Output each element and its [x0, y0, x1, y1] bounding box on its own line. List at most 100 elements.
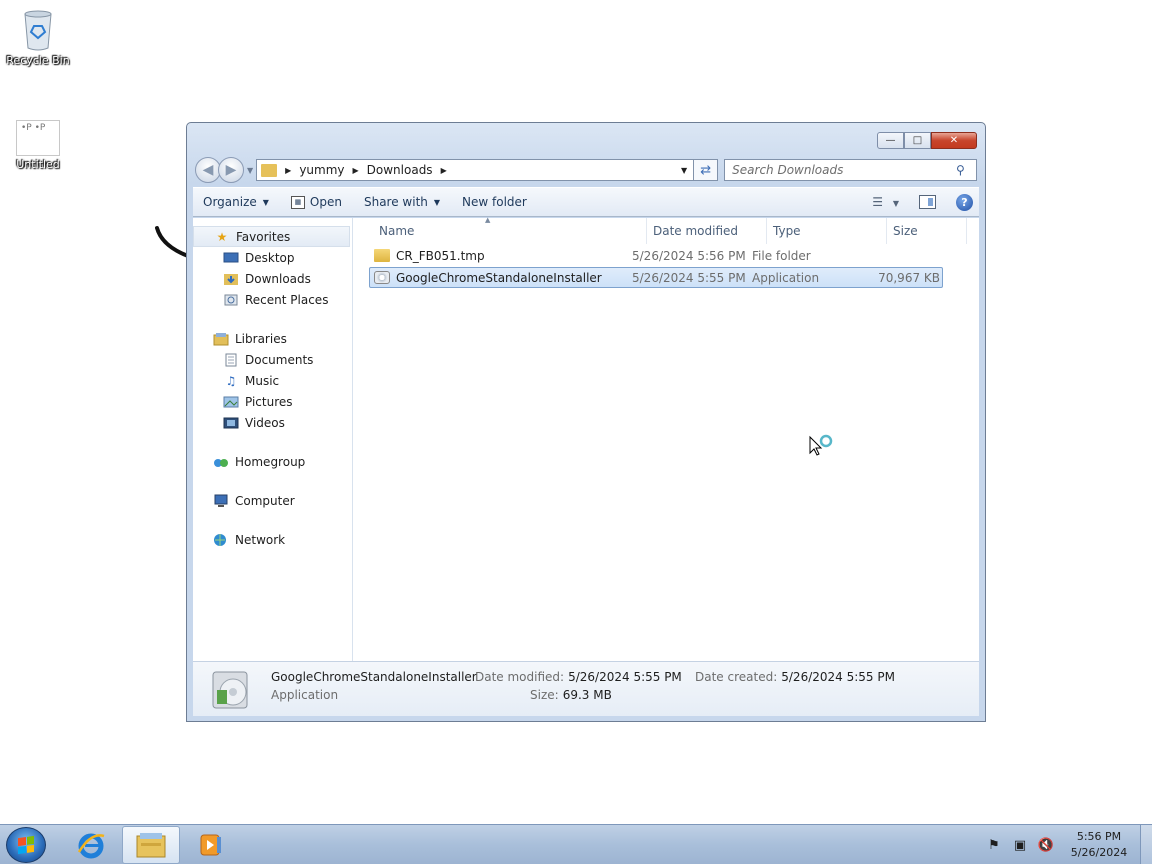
breadcrumb-separator-icon[interactable]: ▶ [285, 166, 291, 175]
file-row-selected[interactable]: GoogleChromeStandaloneInstaller 5/26/202… [369, 267, 943, 288]
homegroup-group: Homegroup [193, 451, 352, 472]
favorites-group: ★ Favorites Desktop Downloads Recent Plac… [193, 226, 352, 310]
search-placeholder: Search Downloads [732, 163, 844, 177]
minimize-button[interactable]: — [877, 132, 904, 149]
installer-thumbnail-icon [212, 671, 248, 709]
computer-icon [213, 494, 229, 508]
nav-recent-places[interactable]: Recent Places [193, 289, 352, 310]
show-desktop-button[interactable] [1140, 825, 1152, 864]
nav-documents[interactable]: Documents [193, 349, 352, 370]
nav-favorites[interactable]: ★ Favorites [193, 226, 350, 247]
action-center-flag-icon[interactable]: ⚑ [986, 837, 1002, 853]
folder-icon [261, 163, 278, 177]
view-options-button[interactable]: ☰ ▼ [872, 195, 899, 209]
explorer-window: — □ ✕ ◀ ▶ ▼ ▶ yummy ▶ Downloads ▶ ▼ ⇄ Se… [186, 122, 986, 722]
open-label: Open [309, 195, 342, 209]
new-folder-label: New folder [462, 195, 527, 209]
document-thumbnail-icon: •P •P [16, 120, 60, 156]
address-row: ◀ ▶ ▼ ▶ yummy ▶ Downloads ▶ ▼ ⇄ Search D… [195, 156, 977, 184]
recent-pages-dropdown[interactable]: ▼ [247, 166, 253, 175]
organize-button[interactable]: Organize ▼ [203, 195, 269, 209]
details-date-modified: Date modified: 5/26/2024 5:55 PM [475, 670, 682, 684]
recycle-bin-icon [20, 6, 56, 52]
nav-videos-label: Videos [245, 415, 285, 430]
maximize-button[interactable]: □ [904, 132, 931, 149]
open-button[interactable]: ▦ Open [290, 195, 342, 209]
nav-music[interactable]: ♫ Music [193, 370, 352, 391]
file-name: CR_FB051.tmp [396, 248, 485, 263]
column-header-date-modified[interactable]: Date modified [647, 218, 767, 244]
libraries-group: Libraries Documents ♫ Music Pictures Vide… [193, 328, 352, 433]
refresh-button[interactable]: ⇄ [694, 159, 719, 181]
column-header-type[interactable]: Type [767, 218, 887, 244]
clock-time: 5:56 PM [1076, 830, 1122, 843]
search-icon[interactable]: ⚲ [956, 163, 976, 177]
internet-explorer-icon [77, 833, 105, 859]
homegroup-icon [213, 455, 229, 469]
explorer-body: ★ Favorites Desktop Downloads Recent Plac… [193, 216, 979, 661]
size-value: 69.3 MB [562, 688, 612, 702]
address-bar[interactable]: ▶ yummy ▶ Downloads ▶ ▼ [256, 159, 695, 181]
taskbar-windows-explorer[interactable] [122, 826, 180, 864]
media-player-icon [200, 834, 221, 856]
untitled-label: Untitled [16, 158, 60, 171]
navigation-pane: ★ Favorites Desktop Downloads Recent Plac… [193, 218, 353, 661]
breadcrumb-yummy[interactable]: yummy [299, 163, 344, 177]
breadcrumb-separator-icon[interactable]: ▶ [353, 166, 359, 175]
nav-computer[interactable]: Computer [193, 490, 352, 511]
chevron-down-icon: ▼ [892, 199, 899, 208]
details-pane: GoogleChromeStandaloneInstaller Applicat… [193, 661, 979, 716]
share-with-button[interactable]: Share with ▼ [364, 195, 440, 209]
taskbar-internet-explorer[interactable] [62, 826, 120, 864]
explorer-folder-icon [136, 833, 166, 858]
clock[interactable]: 5:56 PM 5/26/2024 [1064, 829, 1134, 861]
details-view-icon: ☰ [872, 195, 884, 209]
application-icon [374, 271, 390, 284]
help-icon[interactable]: ? [956, 193, 973, 211]
breadcrumb-separator-icon[interactable]: ▶ [441, 166, 447, 175]
network-group: Network [193, 529, 352, 550]
search-input[interactable]: Search Downloads ⚲ [724, 159, 977, 181]
file-row[interactable]: CR_FB051.tmp 5/26/2024 5:56 PM File fold… [369, 245, 943, 266]
start-button[interactable] [6, 827, 46, 863]
nav-pictures[interactable]: Pictures [193, 391, 352, 412]
untitled-desktop-icon[interactable]: •P •P Untitled [0, 120, 76, 171]
organize-label: Organize [203, 195, 257, 209]
nav-desktop[interactable]: Desktop [193, 247, 352, 268]
recycle-bin-desktop-icon[interactable]: Recycle Bin [0, 6, 76, 67]
column-header-name[interactable]: Name [373, 218, 647, 244]
network-status-icon[interactable]: ▣ [1012, 837, 1028, 853]
details-size: Size: 69.3 MB [530, 688, 612, 702]
downloads-folder-icon [223, 272, 239, 286]
nav-downloads[interactable]: Downloads [193, 268, 352, 289]
address-dropdown-icon[interactable]: ▼ [681, 166, 687, 175]
nav-downloads-label: Downloads [245, 271, 311, 286]
sort-arrow-icon: ▲ [485, 216, 491, 224]
breadcrumb-downloads[interactable]: Downloads [367, 163, 433, 177]
details-date-created: Date created: 5/26/2024 5:55 PM [695, 670, 895, 684]
nav-homegroup[interactable]: Homegroup [193, 451, 352, 472]
libraries-icon [213, 332, 229, 346]
new-folder-button[interactable]: New folder [462, 195, 527, 209]
taskbar: ⚑ ▣ 🔇 5:56 PM 5/26/2024 [0, 824, 1152, 864]
nav-computer-label: Computer [235, 493, 295, 508]
nav-videos[interactable]: Videos [193, 412, 352, 433]
preview-pane-button[interactable] [919, 195, 936, 209]
nav-homegroup-label: Homegroup [235, 454, 306, 469]
share-with-label: Share with [363, 195, 428, 209]
file-name: GoogleChromeStandaloneInstaller [396, 270, 602, 285]
date-created-value: 5/26/2024 5:55 PM [781, 670, 895, 684]
details-file-type: Application [271, 688, 339, 702]
computer-group: Computer [193, 490, 352, 511]
close-button[interactable]: ✕ [931, 132, 977, 149]
taskbar-media-player[interactable] [182, 826, 240, 864]
volume-muted-icon[interactable]: 🔇 [1038, 837, 1054, 853]
file-list: ▲ Name Date modified Type Size CR_FB051.… [353, 216, 979, 661]
nav-libraries[interactable]: Libraries [193, 328, 352, 349]
forward-button[interactable]: ▶ [218, 157, 244, 183]
nav-network[interactable]: Network [193, 529, 352, 550]
file-type: File folder [752, 248, 811, 263]
system-tray: ⚑ ▣ 🔇 5:56 PM 5/26/2024 [986, 825, 1152, 864]
column-header-size[interactable]: Size [887, 218, 967, 244]
forward-arrow-icon: ▶ [225, 162, 237, 178]
